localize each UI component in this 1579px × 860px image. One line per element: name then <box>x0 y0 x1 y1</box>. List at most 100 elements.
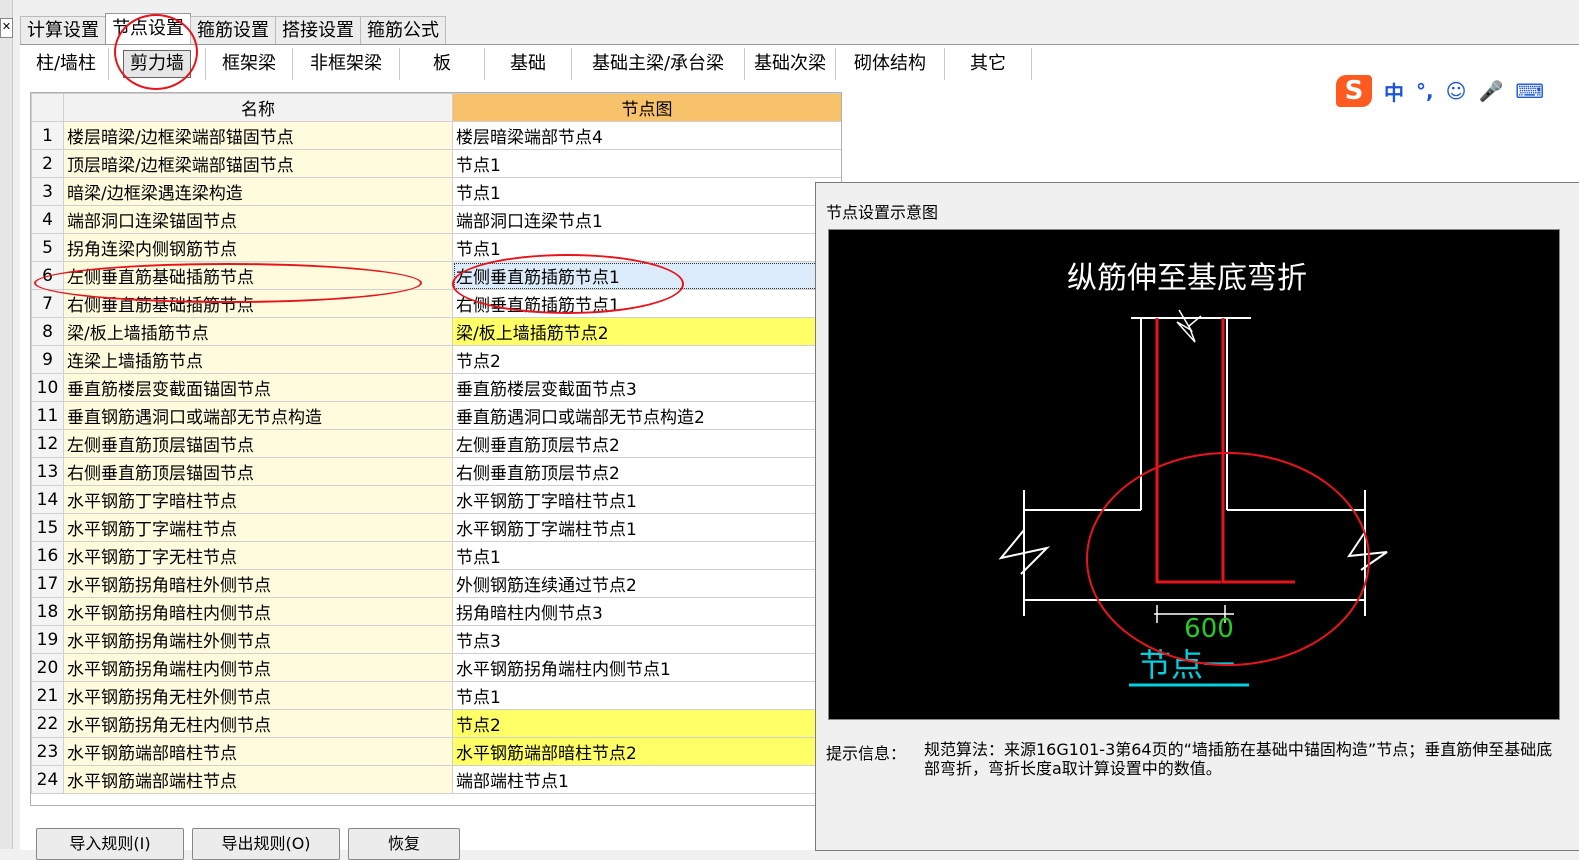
sub-tab-4[interactable]: 板 <box>400 48 485 80</box>
sub-tab-8[interactable]: 砌体结构 <box>836 48 945 80</box>
sub-tab-5[interactable]: 基础 <box>485 48 572 80</box>
sub-tab-1[interactable]: 剪力墙 <box>109 48 206 80</box>
sub-tab-3[interactable]: 非框架梁 <box>293 48 400 80</box>
table-row[interactable]: 17 水平钢筋拐角暗柱外侧节点 外侧钢筋连续通过节点2 <box>31 569 841 598</box>
row-name-cell: 水平钢筋拐角端柱外侧节点 <box>63 625 453 654</box>
ime-keyboard-icon[interactable]: ⌨ <box>1515 79 1544 103</box>
node-diagram-canvas: 纵筋伸至基底弯折 600 节点一 <box>828 229 1560 720</box>
table-row[interactable]: 24 水平钢筋端部端柱节点 端部端柱节点1 <box>31 765 841 794</box>
table-row[interactable]: 23 水平钢筋端部暗柱节点 水平钢筋端部暗柱节点2 <box>31 737 841 766</box>
table-row[interactable]: 14 水平钢筋丁字暗柱节点 水平钢筋丁字暗柱节点1 <box>31 485 841 514</box>
row-value-cell[interactable]: 外侧钢筋连续通过节点2 <box>452 569 841 598</box>
node-settings-grid[interactable]: 名称 节点图 1 楼层暗梁/边框梁端部锚固节点 楼层暗梁端部节点4 2 顶层暗梁/边框梁… <box>30 92 842 806</box>
sub-tab-6[interactable]: 基础主梁/承台梁 <box>572 48 745 80</box>
row-number: 7 <box>31 289 64 318</box>
table-row[interactable]: 13 右侧垂直筋顶层锚固节点 右侧垂直筋顶层节点2 <box>31 457 841 486</box>
sub-tab-label: 砌体结构 <box>854 53 926 74</box>
row-number: 3 <box>31 177 64 206</box>
sogou-logo-icon[interactable]: S <box>1336 75 1372 107</box>
panel-title: 节点设置示意图 <box>826 203 939 222</box>
column-header-name[interactable]: 名称 <box>63 93 453 122</box>
row-number: 22 <box>31 709 64 738</box>
ime-punctuation-icon[interactable]: °, <box>1416 79 1434 103</box>
row-value-cell[interactable]: 水平钢筋拐角端柱内侧节点1 <box>452 653 841 682</box>
row-name-cell: 左侧垂直筋顶层锚固节点 <box>63 429 453 458</box>
export-rules-button[interactable]: 导出规则(O) <box>192 828 340 860</box>
import-rules-button[interactable]: 导入规则(I) <box>36 828 184 860</box>
sub-tab-7[interactable]: 基础次梁 <box>745 48 836 80</box>
table-row[interactable]: 3 暗梁/边框梁遇连梁构造 节点1 <box>31 177 841 206</box>
row-value-cell[interactable]: 端部端柱节点1 <box>452 765 841 794</box>
table-row[interactable]: 6 左侧垂直筋基础插筋节点 左侧垂直筋插筋节点1 <box>31 261 841 290</box>
table-row[interactable]: 9 连梁上墙插筋节点 节点2 <box>31 345 841 374</box>
sub-tab-2[interactable]: 框架梁 <box>206 48 293 80</box>
row-name-cell: 拐角连梁内侧钢筋节点 <box>63 233 453 262</box>
row-number: 6 <box>31 261 64 290</box>
sub-tab-label: 基础次梁 <box>754 53 826 74</box>
row-value-cell[interactable]: 节点1 <box>452 541 841 570</box>
sub-tab-bar: 柱/墙柱 剪力墙 框架梁 非框架梁 板 基础 基础主梁/承台梁 基础次梁 砌体结构 其它 <box>24 48 1032 82</box>
table-row[interactable]: 19 水平钢筋拐角端柱外侧节点 节点3 <box>31 625 841 654</box>
row-name-cell: 水平钢筋丁字无柱节点 <box>63 541 453 570</box>
table-row[interactable]: 20 水平钢筋拐角端柱内侧节点 水平钢筋拐角端柱内侧节点1 <box>31 653 841 682</box>
row-value-cell[interactable]: 水平钢筋丁字暗柱节点1 <box>452 485 841 514</box>
row-name-cell: 水平钢筋丁字端柱节点 <box>63 513 453 542</box>
node-label[interactable]: 节点一 <box>1139 646 1235 684</box>
row-value-cell[interactable]: 拐角暗柱内侧节点3 <box>452 597 841 626</box>
top-tab-3[interactable]: 搭接设置 <box>275 16 361 44</box>
dimension-value: 600 <box>1184 614 1234 644</box>
row-value-cell[interactable]: 右侧垂直筋顶层节点2 <box>452 457 841 486</box>
row-value-cell[interactable]: 垂直筋楼层变截面节点3 <box>452 373 841 402</box>
column-header-node-diagram[interactable]: 节点图 <box>452 93 841 122</box>
row-value-cell[interactable]: 水平钢筋丁字端柱节点1 <box>452 513 841 542</box>
ime-emoji-icon[interactable]: ☺ <box>1446 79 1467 103</box>
hint-label: 提示信息： <box>826 744 907 763</box>
ime-chinese-mode-icon[interactable]: 中 <box>1384 77 1404 106</box>
table-row[interactable]: 4 端部洞口连梁锚固节点 端部洞口连梁节点1 <box>31 205 841 234</box>
table-row[interactable]: 12 左侧垂直筋顶层锚固节点 左侧垂直筋顶层节点2 <box>31 429 841 458</box>
table-row[interactable]: 16 水平钢筋丁字无柱节点 节点1 <box>31 541 841 570</box>
sub-tab-label: 基础主梁/承台梁 <box>591 53 725 74</box>
row-value-cell[interactable]: 节点2 <box>452 709 841 738</box>
row-number: 14 <box>31 485 64 514</box>
row-value-cell[interactable]: 节点1 <box>452 233 841 262</box>
row-value-cell[interactable]: 左侧垂直筋顶层节点2 <box>452 429 841 458</box>
row-number: 1 <box>31 121 64 150</box>
row-number: 2 <box>31 149 64 178</box>
row-value-cell[interactable]: 左侧垂直筋插筋节点1 <box>452 261 841 290</box>
sub-tab-0[interactable]: 柱/墙柱 <box>24 48 109 80</box>
table-row[interactable]: 21 水平钢筋拐角无柱外侧节点 节点1 <box>31 681 841 710</box>
restore-button[interactable]: 恢复 <box>348 828 460 860</box>
table-row[interactable]: 11 垂直钢筋遇洞口或端部无节点构造 垂直筋遇洞口或端部无节点构造2 <box>31 401 841 430</box>
row-value-cell[interactable]: 右侧垂直筋插筋节点1 <box>452 289 841 318</box>
table-row[interactable]: 5 拐角连梁内侧钢筋节点 节点1 <box>31 233 841 262</box>
close-icon[interactable]: ✕ <box>0 18 13 38</box>
top-tab-0[interactable]: 计算设置 <box>20 16 106 44</box>
top-tab-2[interactable]: 箍筋设置 <box>190 16 276 44</box>
row-value-cell[interactable]: 节点2 <box>452 345 841 374</box>
node-diagram-svg: 纵筋伸至基底弯折 600 节点一 <box>998 261 1388 687</box>
row-value-cell[interactable]: 节点1 <box>452 177 841 206</box>
row-number: 20 <box>31 653 64 682</box>
table-row[interactable]: 8 梁/板上墙插筋节点 梁/板上墙插筋节点2 <box>31 317 841 346</box>
row-value-cell[interactable]: 梁/板上墙插筋节点2 <box>452 317 841 346</box>
ime-voice-icon[interactable]: 🎤 <box>1478 79 1503 103</box>
row-value-cell[interactable]: 节点3 <box>452 625 841 654</box>
table-row[interactable]: 15 水平钢筋丁字端柱节点 水平钢筋丁字端柱节点1 <box>31 513 841 542</box>
top-tab-4[interactable]: 箍筋公式 <box>360 16 446 44</box>
row-value-cell[interactable]: 垂直筋遇洞口或端部无节点构造2 <box>452 401 841 430</box>
table-row[interactable]: 18 水平钢筋拐角暗柱内侧节点 拐角暗柱内侧节点3 <box>31 597 841 626</box>
table-row[interactable]: 2 顶层暗梁/边框梁端部锚固节点 节点1 <box>31 149 841 178</box>
row-value-cell[interactable]: 节点1 <box>452 681 841 710</box>
table-row[interactable]: 1 楼层暗梁/边框梁端部锚固节点 楼层暗梁端部节点4 <box>31 121 841 150</box>
row-value-cell[interactable]: 端部洞口连梁节点1 <box>452 205 841 234</box>
sub-tab-9[interactable]: 其它 <box>945 48 1032 80</box>
row-name-cell: 水平钢筋拐角无柱外侧节点 <box>63 681 453 710</box>
table-row[interactable]: 10 垂直筋楼层变截面锚固节点 垂直筋楼层变截面节点3 <box>31 373 841 402</box>
row-value-cell[interactable]: 水平钢筋端部暗柱节点2 <box>452 737 841 766</box>
table-row[interactable]: 22 水平钢筋拐角无柱内侧节点 节点2 <box>31 709 841 738</box>
row-value-cell[interactable]: 楼层暗梁端部节点4 <box>452 121 841 150</box>
top-tab-1[interactable]: 节点设置 <box>105 13 191 44</box>
table-row[interactable]: 7 右侧垂直筋基础插筋节点 右侧垂直筋插筋节点1 <box>31 289 841 318</box>
row-value-cell[interactable]: 节点1 <box>452 149 841 178</box>
